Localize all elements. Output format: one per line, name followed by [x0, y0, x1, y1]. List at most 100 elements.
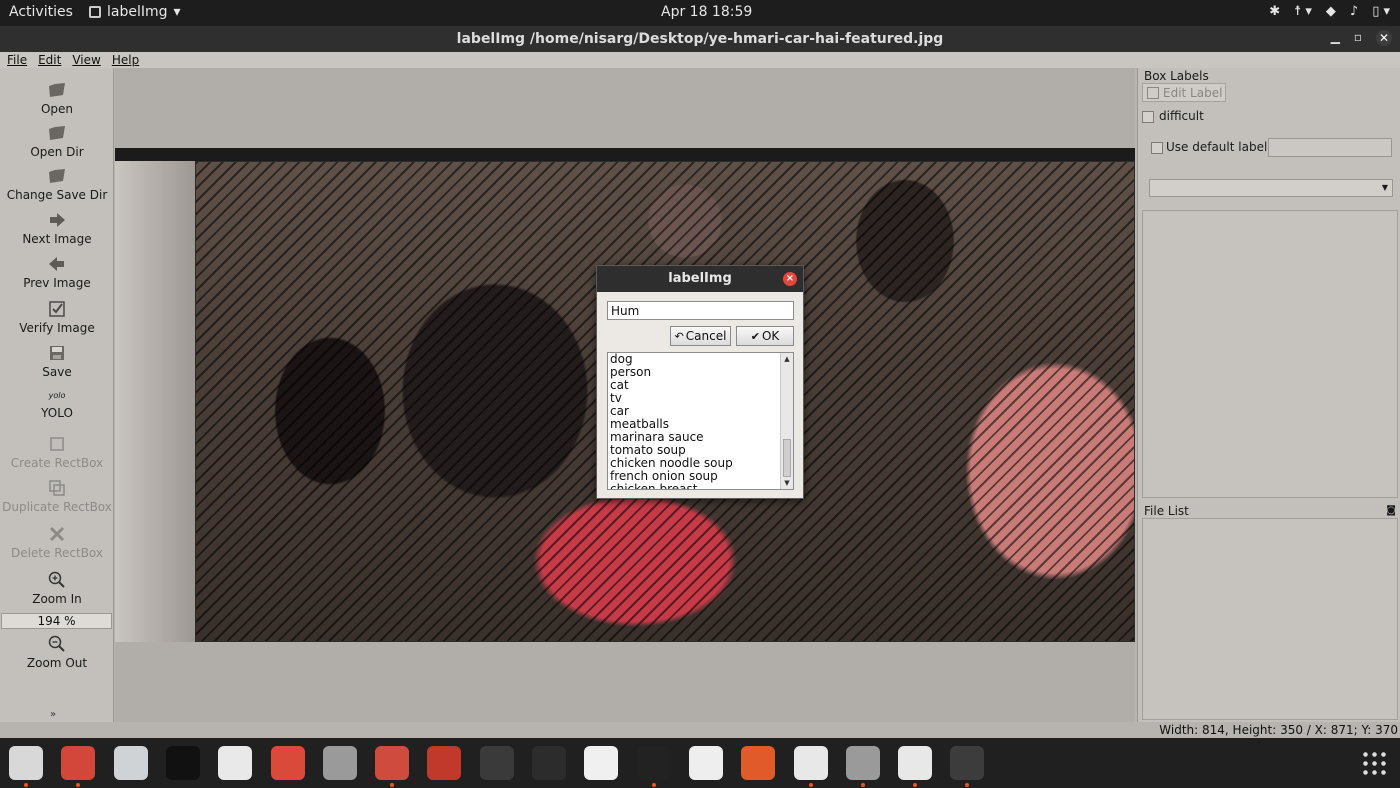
- scroll-down-icon[interactable]: ▼: [782, 478, 792, 488]
- undo-icon: ↶: [674, 330, 684, 343]
- clock[interactable]: Apr 18 18:59: [661, 4, 752, 20]
- dialog-title[interactable]: labelImg: [597, 266, 803, 292]
- delete-rectbox-button[interactable]: Delete RectBox: [0, 524, 114, 560]
- sublime-text-icon[interactable]: [427, 746, 462, 780]
- prev-image-button[interactable]: Prev Image: [0, 254, 114, 290]
- activities-button[interactable]: Activities: [9, 4, 73, 20]
- label-suggestion-list[interactable]: dog person cat tv car meatballs marinara sauce…: [607, 352, 794, 490]
- zoom-value-field[interactable]: 194 %: [1, 613, 112, 629]
- battery-icon[interactable]: ▯ ▾: [1372, 4, 1390, 19]
- yolo-button[interactable]: yolo YOLO: [0, 390, 114, 420]
- menu-help[interactable]: Help: [105, 52, 143, 68]
- document-viewer-icon[interactable]: [688, 746, 723, 780]
- label-list-item[interactable]: tv: [608, 392, 793, 405]
- app-icon: [89, 6, 101, 18]
- label-list-item[interactable]: cat: [608, 379, 793, 392]
- save-button[interactable]: Save: [0, 343, 114, 379]
- save-label: Save: [42, 365, 72, 379]
- microphone-icon[interactable]: ♪: [1350, 4, 1358, 19]
- zoom-out-button[interactable]: Zoom Out: [0, 634, 114, 670]
- box-label-list[interactable]: [1142, 210, 1398, 498]
- software-center-icon[interactable]: [270, 746, 305, 780]
- status-bar: Width: 814, Height: 350 / X: 871; Y: 370: [0, 722, 1400, 738]
- vscode-icon[interactable]: [479, 746, 514, 780]
- thunderbird-icon[interactable]: [113, 746, 148, 780]
- edit-label-button[interactable]: Edit Label: [1142, 83, 1226, 102]
- system-tray[interactable]: ✱ ☨ ▾ ◆ ♪ ▯ ▾: [1269, 4, 1390, 19]
- image-viewer-icon[interactable]: [898, 746, 933, 780]
- show-applications-icon[interactable]: [1361, 750, 1387, 776]
- open-button[interactable]: Open: [0, 80, 114, 116]
- menu-view[interactable]: View: [65, 52, 104, 68]
- file-list[interactable]: [1142, 518, 1398, 720]
- zoom-in-label: Zoom In: [32, 592, 82, 606]
- right-dock: Box Labels Edit Label difficult Use defa…: [1137, 68, 1400, 722]
- chromium-icon[interactable]: [375, 746, 410, 780]
- delete-rectbox-label: Delete RectBox: [10, 546, 104, 560]
- menu-bar: File Edit View Help: [0, 52, 1400, 68]
- rhythmbox-icon[interactable]: [165, 746, 200, 780]
- next-image-button[interactable]: Next Image: [0, 210, 114, 246]
- close-icon[interactable]: ×: [783, 272, 797, 286]
- cancel-button[interactable]: ↶ Cancel: [670, 326, 731, 346]
- files-icon[interactable]: [9, 746, 43, 780]
- app-menu[interactable]: labelImg ▾: [89, 4, 181, 20]
- terminal-icon[interactable]: [636, 746, 671, 780]
- window-controls: ▁ ▫ ✕: [1331, 30, 1392, 46]
- help-icon[interactable]: [322, 746, 357, 780]
- chevron-down-icon: ▼: [1381, 183, 1388, 192]
- ok-button[interactable]: ✔ OK: [736, 326, 794, 346]
- label-input[interactable]: Hum: [607, 301, 794, 320]
- brave-icon[interactable]: [741, 746, 776, 780]
- status-text: Width: 814, Height: 350 / X: 871; Y: 370: [1159, 723, 1398, 737]
- system-monitor-icon[interactable]: [950, 746, 985, 780]
- spotify-icon[interactable]: [532, 746, 566, 780]
- create-rectbox-button[interactable]: Create RectBox: [0, 434, 114, 470]
- zoom-in-button[interactable]: Zoom In: [0, 570, 114, 606]
- zoom-out-icon: [48, 635, 65, 652]
- running-indicator: [651, 783, 656, 787]
- change-save-dir-button[interactable]: Change Save Dir: [0, 166, 114, 202]
- menu-file[interactable]: File: [0, 52, 31, 68]
- window-titlebar[interactable]: labelImg /home/nisarg/Desktop/ye-hmari-c…: [0, 26, 1400, 52]
- list-scrollbar[interactable]: ▲ ▼: [780, 353, 793, 489]
- arrow-right-icon: [50, 213, 65, 227]
- duplicate-rectbox-button[interactable]: Duplicate RectBox: [0, 478, 114, 514]
- maximize-icon[interactable]: ▫: [1354, 30, 1362, 46]
- toolbar-extension-button[interactable]: »: [50, 709, 56, 720]
- minimize-icon[interactable]: ▁: [1331, 30, 1340, 46]
- close-icon[interactable]: ✕: [1376, 30, 1392, 46]
- wifi-icon[interactable]: ◆: [1326, 4, 1336, 19]
- zoom-out-label: Zoom Out: [26, 656, 88, 670]
- folder-icon: [49, 83, 65, 97]
- use-default-label-checkbox[interactable]: [1151, 142, 1163, 154]
- label-list-item[interactable]: chicken breast: [608, 483, 793, 490]
- difficult-checkbox[interactable]: [1142, 111, 1154, 123]
- floppy-disk-icon: [50, 346, 64, 360]
- text-editor-icon[interactable]: [584, 746, 619, 780]
- libreoffice-writer-icon[interactable]: [218, 746, 253, 780]
- cancel-label: Cancel: [685, 329, 727, 343]
- rectangle-icon: [50, 437, 64, 451]
- firefox-icon[interactable]: [61, 746, 96, 780]
- menu-edit[interactable]: Edit: [31, 52, 65, 68]
- label-list-item[interactable]: person: [608, 366, 793, 379]
- open-dir-button[interactable]: Open Dir: [0, 123, 114, 159]
- label-filter-combo[interactable]: ▼: [1149, 179, 1393, 197]
- labelimg-icon[interactable]: [845, 746, 880, 780]
- default-label-input[interactable]: [1268, 138, 1392, 157]
- ok-label: OK: [761, 329, 780, 343]
- float-dock-icon[interactable]: ◙: [1386, 505, 1396, 516]
- checkbox-icon: [49, 301, 65, 317]
- running-indicator: [860, 783, 865, 787]
- open-dir-label: Open Dir: [30, 145, 84, 159]
- scroll-thumb[interactable]: [783, 439, 791, 477]
- running-indicator: [808, 783, 813, 787]
- running-indicator: [965, 783, 970, 787]
- extension-icon[interactable]: ✱: [1269, 4, 1280, 19]
- scroll-up-icon[interactable]: ▲: [782, 354, 792, 364]
- verify-image-button[interactable]: Verify Image: [0, 299, 114, 335]
- running-indicator: [76, 783, 81, 787]
- image-editor-icon[interactable]: [793, 746, 828, 780]
- accessibility-icon[interactable]: ☨ ▾: [1294, 4, 1312, 19]
